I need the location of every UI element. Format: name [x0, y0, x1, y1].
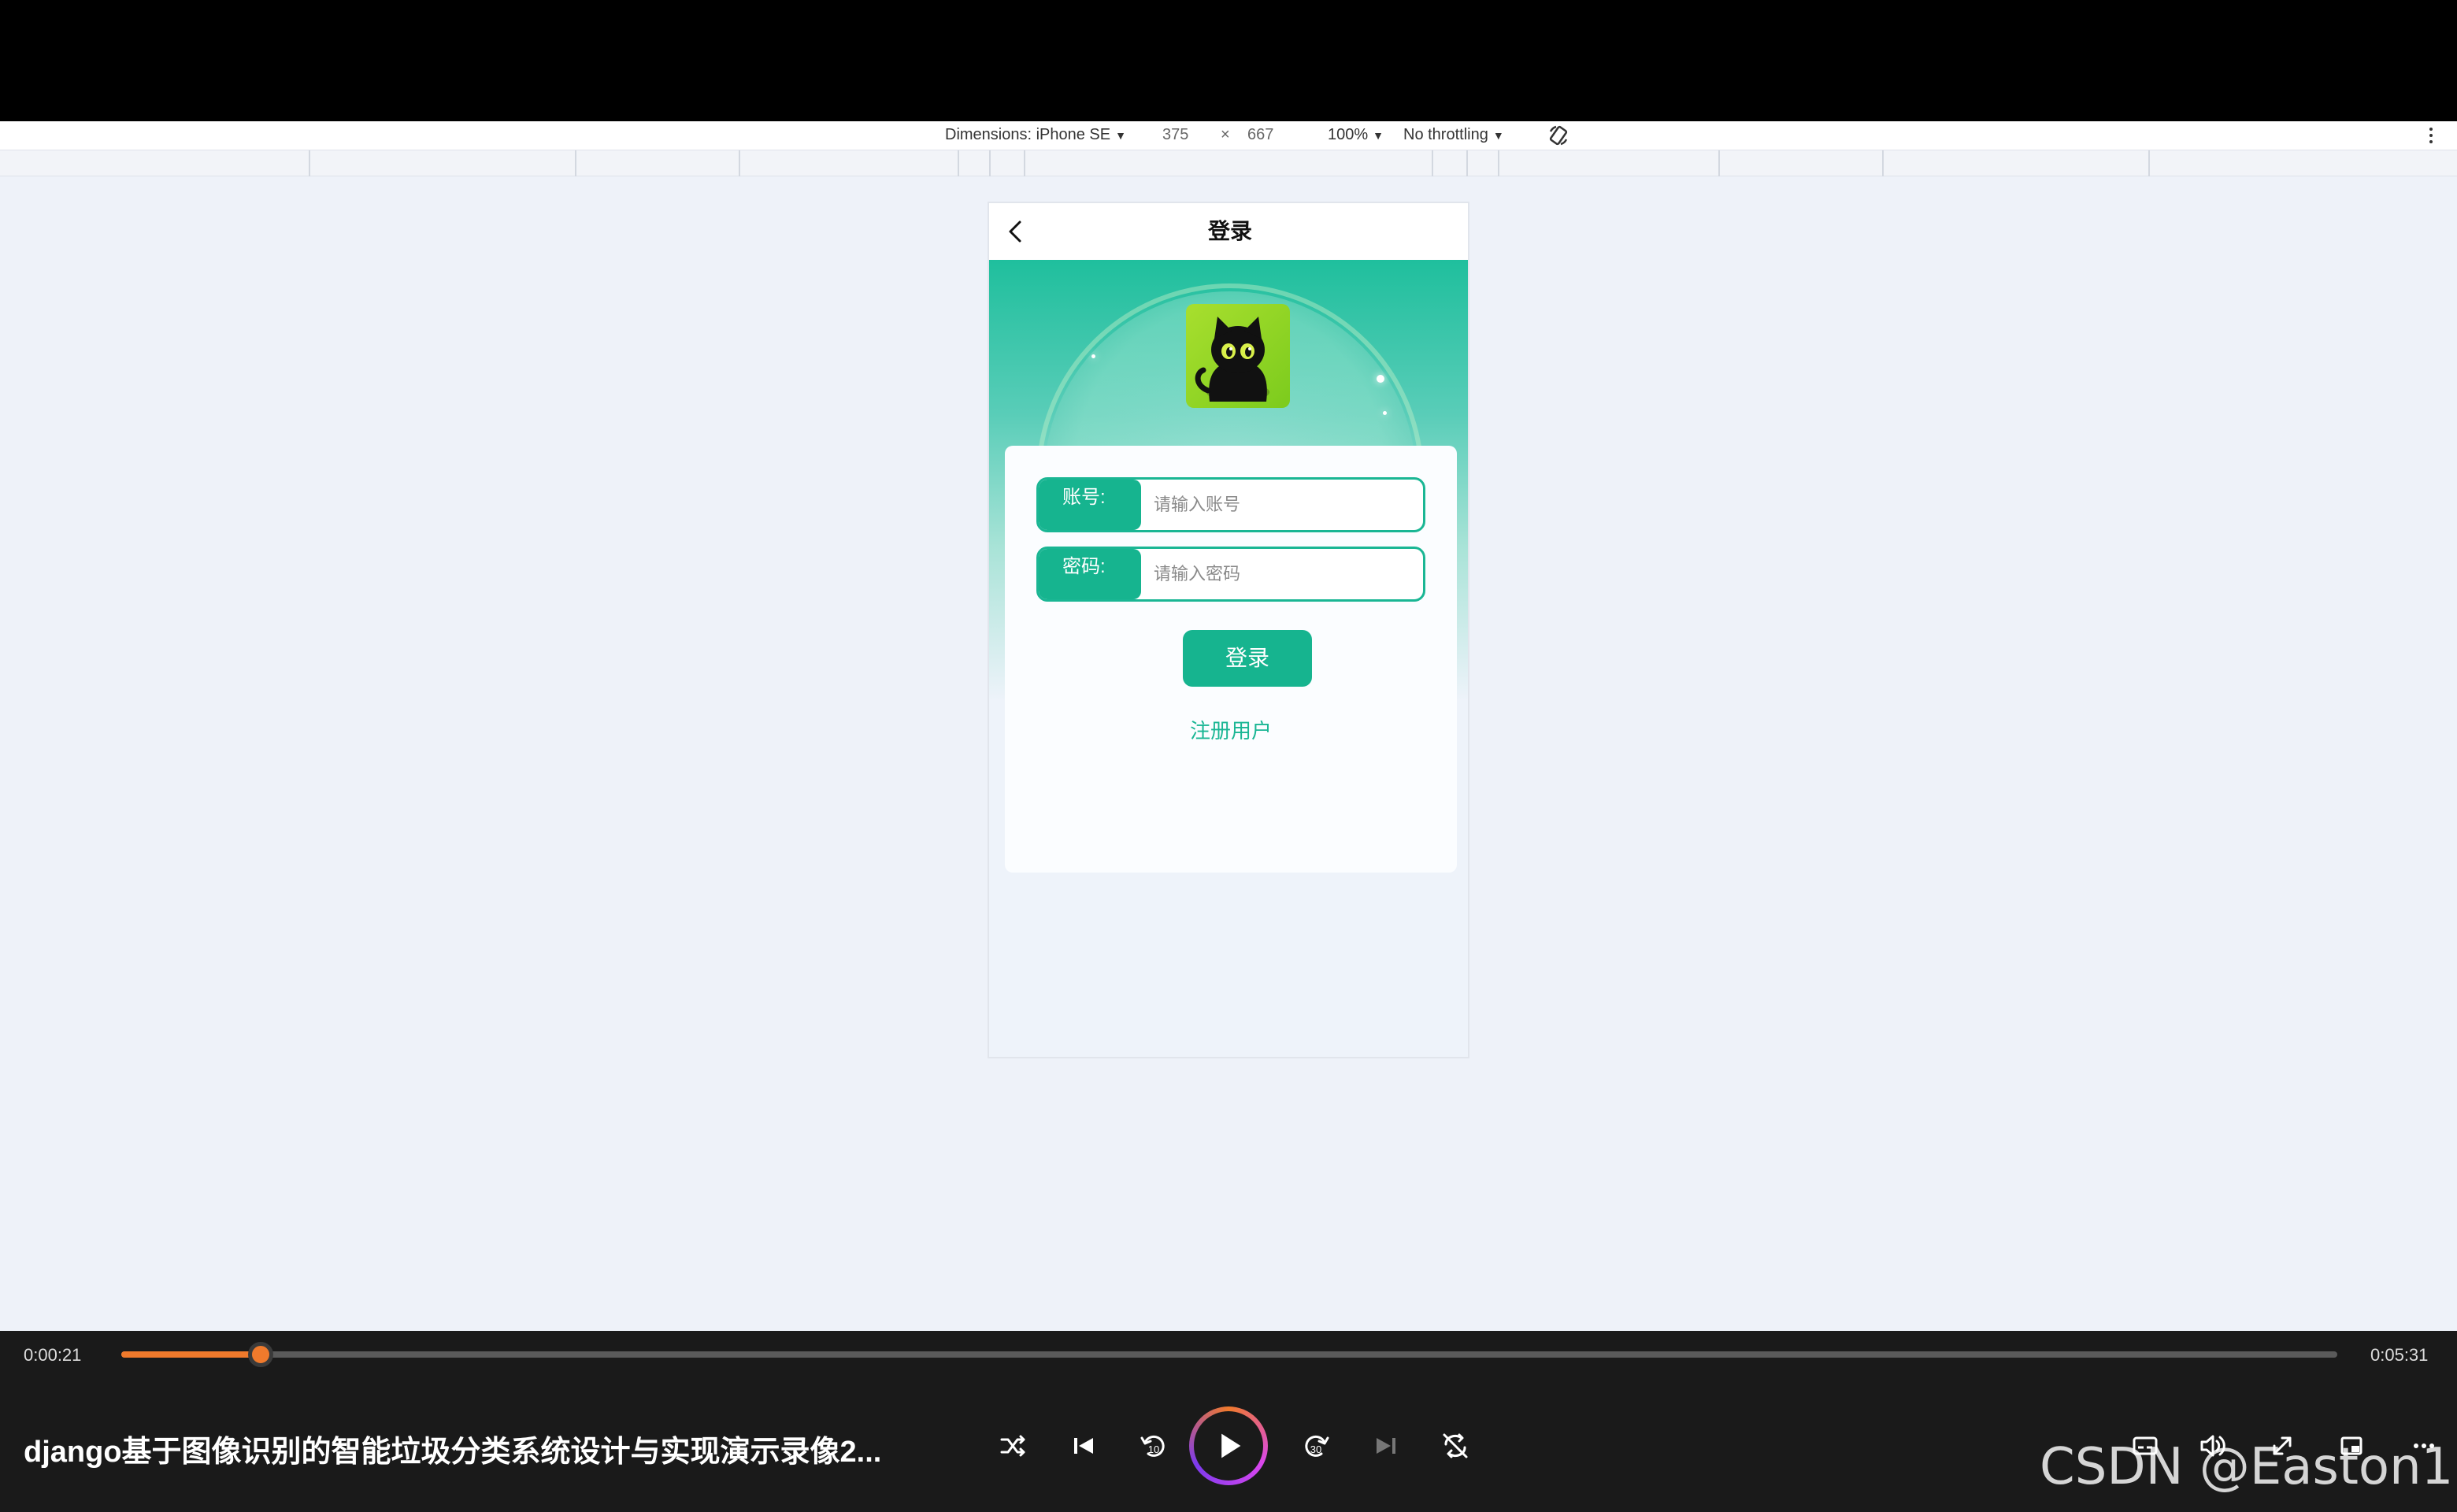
- zoom-label: 100%: [1328, 126, 1369, 143]
- rotate-icon[interactable]: [1547, 124, 1570, 147]
- sparkle: [1091, 354, 1095, 358]
- page-title: 登录: [1207, 219, 1252, 243]
- throttling-dropdown[interactable]: No throttling ▼: [1403, 126, 1504, 144]
- throttling-label: No throttling: [1403, 126, 1488, 143]
- total-time: 0:05:31: [2370, 1345, 2429, 1365]
- account-input[interactable]: [1154, 491, 1414, 519]
- play-button[interactable]: [1189, 1406, 1268, 1485]
- progress-handle[interactable]: [248, 1342, 273, 1367]
- sparkle: [1377, 375, 1384, 383]
- next-icon[interactable]: [1364, 1424, 1408, 1468]
- play-icon: [1221, 1433, 1241, 1458]
- back-arrow-icon[interactable]: [1000, 216, 1032, 247]
- media-query-ruler: [0, 150, 2457, 177]
- zoom-dropdown[interactable]: 100% ▼: [1328, 126, 1384, 144]
- current-time: 0:00:21: [24, 1345, 82, 1365]
- progress-track[interactable]: [121, 1351, 2337, 1358]
- shuffle-icon[interactable]: [991, 1424, 1035, 1468]
- dimensions-dropdown[interactable]: Dimensions: iPhone SE ▼: [945, 126, 1126, 144]
- svg-text:30: 30: [1310, 1443, 1321, 1455]
- register-link: 注册用户: [1005, 715, 1457, 744]
- cat-logo-icon: [1186, 304, 1290, 408]
- forward-30-icon[interactable]: 30: [1295, 1424, 1339, 1468]
- top-black-bar: [0, 0, 2457, 121]
- svg-text:10: 10: [1148, 1443, 1159, 1455]
- screen: Dimensions: iPhone SE ▼ 375 × 667 100% ▼ N…: [0, 0, 2457, 1512]
- dimensions-label: Dimensions: iPhone SE: [945, 126, 1111, 143]
- caret-down-icon: ▼: [1373, 129, 1384, 142]
- login-button[interactable]: 登录: [1183, 630, 1312, 687]
- progress-fill: [121, 1351, 261, 1358]
- password-field: 密码:: [1036, 547, 1425, 602]
- previous-icon[interactable]: [1062, 1424, 1106, 1468]
- password-label: 密码:: [1039, 549, 1141, 599]
- csdn-watermark: CSDN @Easton111: [2040, 1438, 2457, 1496]
- password-input[interactable]: [1154, 560, 1414, 588]
- height-input[interactable]: 667: [1247, 126, 1273, 144]
- login-card: 账号: 密码: 登录 注册用户: [1005, 446, 1457, 873]
- caret-down-icon: ▼: [1492, 129, 1504, 142]
- more-options-icon[interactable]: [2426, 121, 2437, 150]
- phone-screen: 登录 账号: 请输入账号 密码: 登录 注册用户: [988, 202, 1469, 1058]
- sparkle: [1383, 411, 1387, 415]
- caret-down-icon: ▼: [1115, 129, 1126, 142]
- register-link-text[interactable]: 注册用户: [1190, 719, 1272, 743]
- video-title: django基于图像识别的智能垃圾分类系统设计与实现演示录像2...: [24, 1436, 882, 1469]
- account-field: 账号:: [1036, 477, 1425, 532]
- account-label: 账号:: [1039, 480, 1141, 530]
- nav-bar: 登录: [989, 203, 1468, 260]
- width-input[interactable]: 375: [1162, 126, 1188, 144]
- repeat-off-icon[interactable]: [1433, 1424, 1477, 1468]
- times-sign: ×: [1221, 126, 1230, 143]
- rewind-10-icon[interactable]: 10: [1131, 1424, 1175, 1468]
- devtools-device-toolbar: Dimensions: iPhone SE ▼ 375 × 667 100% ▼ N…: [0, 121, 2457, 150]
